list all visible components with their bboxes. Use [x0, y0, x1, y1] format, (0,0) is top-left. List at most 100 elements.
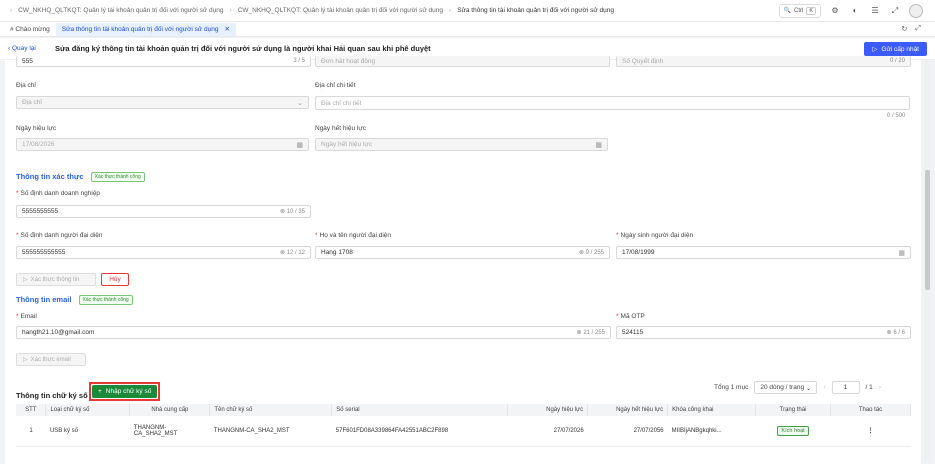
otp-input[interactable]: 524115 ⊗ 6 / 6	[616, 326, 911, 339]
chevron-right-icon: ›	[449, 7, 452, 14]
partial-value: Đơn hàt hoạt động	[321, 57, 376, 65]
total-count: Tổng 1 mục	[714, 384, 749, 391]
verify-email-label: Xác thực email	[30, 356, 71, 363]
gear-icon[interactable]: ⚙	[829, 5, 841, 17]
table-row[interactable]: 1 USB ký số THANGNM-CA_SHA2_MST THANGNM-…	[16, 416, 911, 447]
search-button[interactable]: 🔍 Ctrl K	[778, 3, 821, 18]
fullscreen-icon[interactable]: ⤢	[889, 5, 901, 17]
char-count: 0 / 20	[889, 58, 905, 64]
address-detail-textarea[interactable]: Địa chỉ chi tiết	[315, 96, 910, 110]
close-icon[interactable]: ✕	[225, 25, 230, 33]
count-text: 21 / 255	[583, 330, 605, 336]
cell-effective: 27/07/2026	[507, 416, 588, 447]
send-label: Gửi cấp nhật	[881, 45, 919, 53]
table-header-row: STT Loại chữ ký số Nhà cung cấp Tên chữ …	[16, 404, 911, 416]
send-icon: ▷	[23, 277, 28, 283]
chevron-right-icon: ›	[229, 7, 232, 14]
label-text: Số định danh doanh nghiệp	[20, 190, 101, 197]
rep-name-value: Hang 1708	[321, 249, 353, 256]
signature-section-title: Thông tin chữ ký số	[16, 391, 88, 400]
pagination: Tổng 1 mục 20 dòng / trang ⌄ ‹ 1 / 1 ›	[714, 381, 881, 394]
tab-welcome[interactable]: # Chào mừng	[4, 23, 56, 36]
chevron-right-icon: ›	[10, 7, 13, 14]
breadcrumb: › CW_NKHQ_QLTKQT: Quản lý tài khoản quản…	[0, 7, 614, 14]
back-label: Quay lại	[11, 45, 36, 52]
prev-page-icon[interactable]: ‹	[823, 384, 825, 391]
tab-label: # Chào mừng	[10, 25, 50, 33]
address-select[interactable]: Địa chỉ ⌄	[16, 96, 309, 109]
breadcrumb-current: Sửa thông tin tài khoản quản trị đối với…	[457, 7, 614, 14]
dob-label: * Ngày sinh người đại diện	[616, 232, 694, 239]
breadcrumb-item-1[interactable]: CW_NKHQ_QLTKQT: Quản lý tài khoản quản t…	[18, 7, 223, 14]
business-id-input[interactable]: 5555555555 ⊗ 10 / 35	[16, 205, 311, 218]
page-size-label: 20 dòng / trang	[760, 384, 805, 391]
cell-serial: 57F601FD08A339864FA42551ABC2F898	[331, 416, 508, 447]
label-text: Mã OTP	[620, 313, 645, 320]
page-size-select[interactable]: 20 dòng / trang ⌄	[754, 381, 818, 394]
partial-field-3[interactable]: Số Quyết định 0 / 20	[616, 56, 911, 67]
business-id-label: * Số định danh doanh nghiệp	[16, 190, 101, 197]
cell-expiry: 27/07/2056	[587, 416, 668, 447]
dob-value: 17/08/1999	[622, 249, 655, 256]
partial-field-1[interactable]: 555 3 / 5	[16, 56, 311, 67]
tab-label: Sửa thông tin tài khoản quản trị đối với…	[61, 25, 219, 33]
layout-icon[interactable]: ☰	[869, 5, 881, 17]
calendar-icon: ▦	[898, 249, 905, 257]
avatar[interactable]	[909, 3, 923, 18]
email-label: * Email	[16, 313, 37, 320]
expiry-date-label: Ngày hết hiệu lực	[315, 125, 366, 132]
cell-type: USB ký số	[45, 416, 130, 447]
page-input[interactable]: 1	[831, 381, 860, 394]
rep-name-input[interactable]: Hang 1708 ⊗ 9 / 255	[315, 246, 610, 259]
business-id-value: 5555555555	[22, 208, 59, 215]
send-update-button[interactable]: ▷ Gửi cấp nhật	[864, 42, 927, 56]
scrollbar[interactable]	[925, 60, 930, 460]
rep-id-input[interactable]: 555555555555 ⊗ 12 / 12	[16, 246, 311, 259]
column-header: Thao tác	[830, 404, 911, 416]
theme-icon[interactable]: ◐	[849, 5, 861, 17]
expiry-date-placeholder: Ngày hết hiệu lực	[321, 141, 372, 148]
count-text: 9 / 255	[585, 250, 604, 256]
partial-field-2[interactable]: Đơn hàt hoạt động	[315, 56, 610, 67]
column-header: Tên chữ ký số	[209, 404, 333, 416]
address-placeholder: Địa chỉ	[22, 99, 42, 106]
char-count: ⊗ 9 / 255	[578, 250, 604, 256]
address-detail-label: Địa chỉ chi tiết	[315, 82, 356, 89]
label-text: Số định danh người đại diện	[20, 232, 103, 239]
scrollbar-thumb[interactable]	[925, 170, 930, 290]
dob-input[interactable]: 17/08/1999 ▦	[616, 246, 911, 259]
char-count: ⊗ 12 / 12	[279, 250, 305, 256]
signature-table: STT Loại chữ ký số Nhà cung cấp Tên chữ …	[16, 404, 911, 447]
column-header: Nhà cung cấp	[129, 404, 211, 416]
status-badge: Xác thực thành công	[78, 295, 133, 306]
top-bar: › CW_NKHQ_QLTKQT: Quản lý tài khoản quản…	[0, 0, 935, 22]
search-ctrl-label: Ctrl	[793, 7, 804, 14]
rep-id-label: * Số định danh người đại diện	[16, 232, 103, 239]
send-icon: ▷	[23, 357, 28, 363]
expand-icon[interactable]: ⤢	[915, 25, 921, 33]
verify-info-button[interactable]: ▷ Xác thực thông tin	[16, 273, 96, 286]
partial-value: Số Quyết định	[622, 57, 664, 65]
char-count: ⊗ 21 / 255	[576, 330, 605, 336]
otp-value: 524115	[622, 329, 644, 336]
label-text: Email	[20, 313, 37, 320]
email-input[interactable]: hangth21.10@gmail.com ⊗ 21 / 255	[16, 326, 611, 339]
expiry-date-field[interactable]: Ngày hết hiệu lực ▦	[315, 138, 608, 151]
count-text: 12 / 12	[286, 250, 305, 256]
back-button[interactable]: ‹ Quay lại	[0, 45, 55, 52]
label-text: Họ và tên người đại diện	[319, 232, 392, 239]
partial-value: 555	[22, 57, 33, 65]
more-actions-icon[interactable]: ⋮	[830, 416, 911, 447]
refresh-icon[interactable]: ↻	[902, 25, 908, 33]
verify-email-button[interactable]: ▷ Xác thực email	[16, 353, 86, 366]
cell-public-key: MIIBIjANBgkqhki...	[667, 416, 756, 447]
cancel-button[interactable]: Hủy	[101, 273, 129, 286]
effective-date-value: 17/08/2026	[22, 141, 55, 148]
effective-date-field[interactable]: 17/08/2026 ▦	[16, 138, 309, 151]
next-page-icon[interactable]: ›	[879, 384, 881, 391]
breadcrumb-item-2[interactable]: CW_NKHQ_QLTKQT: Quản lý tài khoản quản t…	[238, 7, 443, 14]
add-signature-button[interactable]: + Nhập chữ ký số	[92, 385, 158, 398]
status-badge: Xác thực thành công	[90, 172, 145, 183]
tab-edit-account[interactable]: Sửa thông tin tài khoản quản trị đối với…	[55, 22, 236, 36]
email-title: Thông tin email	[16, 295, 72, 304]
